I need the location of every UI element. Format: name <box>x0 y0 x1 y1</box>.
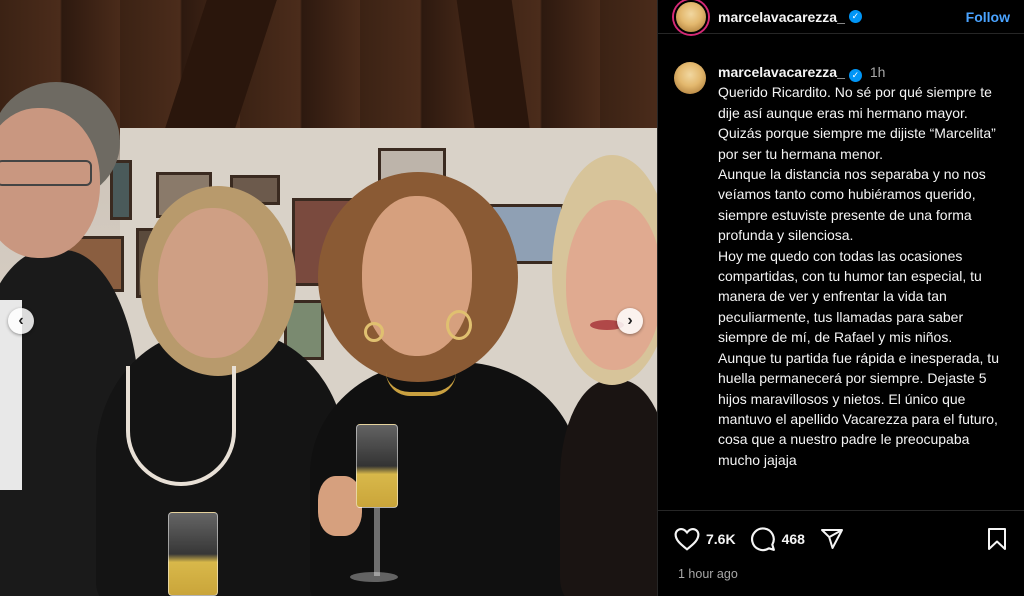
person-woman2-earring <box>446 310 472 340</box>
champagne-glass-base <box>350 572 398 582</box>
wall-frame <box>110 160 132 220</box>
comment-count[interactable]: 468 <box>782 531 805 547</box>
share-icon <box>820 529 843 549</box>
person-woman1-collar <box>126 366 236 486</box>
comment-button[interactable]: 468 <box>750 526 805 552</box>
caption-author-avatar[interactable] <box>674 62 706 94</box>
post-time-ago[interactable]: 1 hour ago <box>678 567 1008 581</box>
post-header: marcelavacarezza_ ✓ Follow <box>658 0 1024 34</box>
caption-username[interactable]: marcelavacarezza_ <box>718 64 845 80</box>
heart-icon <box>674 527 700 551</box>
chevron-right-icon: › <box>627 312 633 329</box>
save-button[interactable] <box>986 527 1008 551</box>
champagne-glass <box>168 512 218 596</box>
champagne-glass <box>356 424 398 508</box>
person-man-glasses <box>0 160 92 186</box>
carousel-prev-button[interactable]: ‹ <box>8 308 34 334</box>
author-avatar[interactable] <box>674 0 708 34</box>
post-photo[interactable]: ‹ › <box>0 0 657 596</box>
caption-paragraph: Aunque la distancia nos separaba y no no… <box>718 166 986 244</box>
champagne-glass-stem <box>374 508 380 576</box>
carousel-next-button[interactable]: › <box>617 308 643 334</box>
verified-badge-icon: ✓ <box>848 69 862 82</box>
follow-button[interactable]: Follow <box>966 9 1010 25</box>
caption-paragraph: Hoy me quedo con todas las ocasiones com… <box>718 247 982 346</box>
person-woman3-dress <box>560 380 657 596</box>
instagram-post-view: ‹ › marcelavacarezza_ ✓ Follow marcelava… <box>0 0 1024 596</box>
chevron-left-icon: ‹ <box>18 312 24 329</box>
like-count[interactable]: 7.6K <box>706 531 736 547</box>
share-button[interactable] <box>819 527 845 551</box>
bookmark-icon <box>988 528 1006 550</box>
author-username[interactable]: marcelavacarezza_ <box>718 9 845 25</box>
verified-badge-icon: ✓ <box>848 10 862 23</box>
post-caption: marcelavacarezza_ ✓ 1h Querido Ricardito. … <box>658 34 1024 510</box>
comment-icon <box>750 527 775 552</box>
caption-paragraph: Querido Ricardito. No sé por qué siempre… <box>718 84 996 162</box>
like-button[interactable]: 7.6K <box>674 527 736 551</box>
caption-body: marcelavacarezza_ ✓ 1h Querido Ricardito. … <box>718 62 1008 510</box>
caption-timestamp[interactable]: 1h <box>870 64 886 80</box>
caption-paragraph: Aunque tu partida fue rápida e inesperad… <box>718 349 999 468</box>
action-row: 7.6K 468 <box>674 525 1008 553</box>
person-woman2-earring <box>364 322 384 342</box>
post-side-panel: marcelavacarezza_ ✓ Follow marcelavacare… <box>657 0 1024 596</box>
person-woman1-face <box>158 208 268 358</box>
person-woman3-face <box>566 200 657 370</box>
post-actions-bar: 7.6K 468 1 hour ago <box>658 510 1024 596</box>
